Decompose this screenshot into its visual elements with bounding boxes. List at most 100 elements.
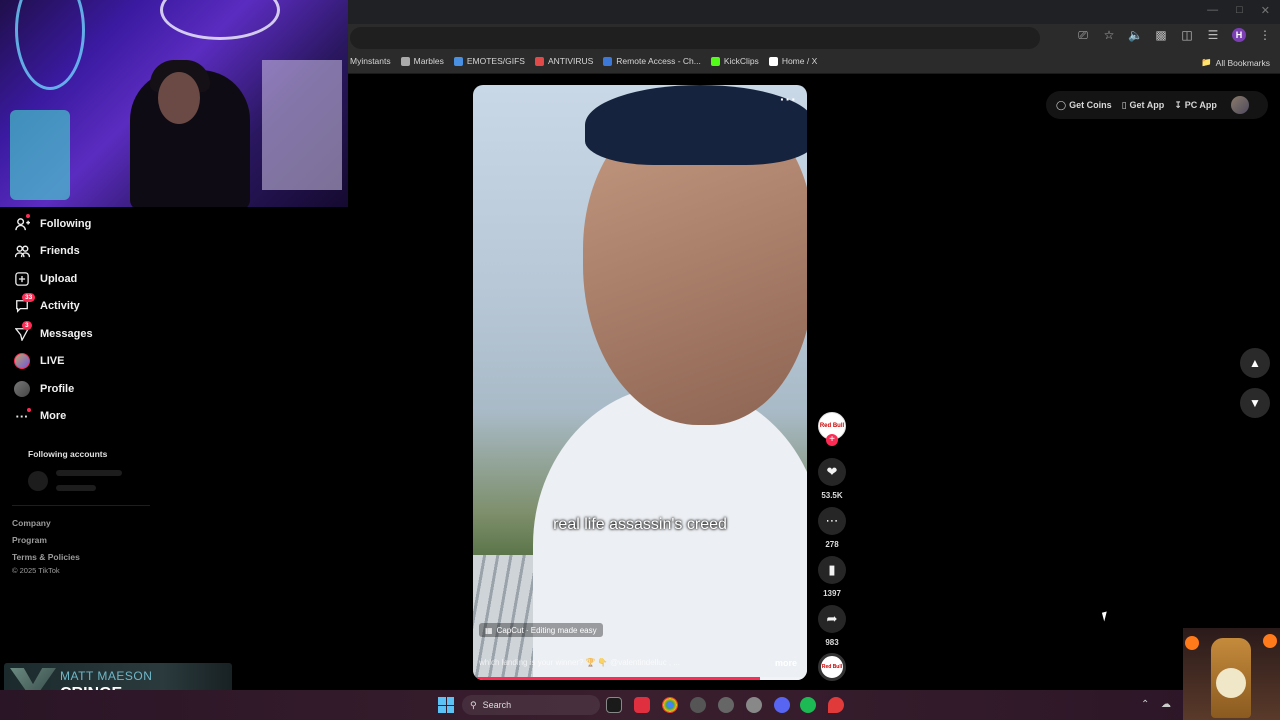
bookmark-item[interactable]: ANTIVIRUS	[534, 56, 593, 66]
bookmark-label: Myinstants	[350, 56, 391, 66]
spotify-app-icon[interactable]	[800, 697, 816, 713]
bookmark-favicon-icon	[534, 56, 544, 66]
terminal-app-icon[interactable]	[606, 697, 622, 713]
capcut-tag[interactable]: ▦ CapCut · Editing made easy	[479, 623, 603, 637]
description-more-button[interactable]: more	[775, 658, 797, 668]
bookmark-label: KickClips	[723, 56, 759, 66]
media-app-icon[interactable]	[690, 697, 706, 713]
music-disc-icon[interactable]: Red Bull	[818, 653, 846, 681]
video-description: which landing is your winner? 🏆 👇 @valen…	[479, 658, 681, 667]
pc-app-label: PC App	[1184, 100, 1217, 110]
sidebar-item-label: LIVE	[40, 355, 65, 367]
sidebar-item-label: Upload	[40, 273, 78, 285]
share-count: 983	[825, 638, 839, 647]
next-video-button[interactable]: ▼	[1240, 388, 1270, 418]
bookmark-label: Remote Access - Ch...	[616, 56, 701, 66]
tiktok-sidebar: Following Friends Upload 33 Activity 3 M…	[0, 207, 160, 607]
windows-taskbar: ⚲ Search ⌃ ☁	[0, 690, 1280, 720]
sidebar-item-activity[interactable]: 33 Activity	[14, 293, 80, 316]
comment-button[interactable]: ⋯	[818, 507, 846, 535]
toolbar-icons: ⎚ ☆ 🔈 ▩ ◫ ☰ H ⋮	[1076, 28, 1272, 42]
bottle-label	[1216, 668, 1246, 698]
browser-profile-avatar[interactable]: H	[1232, 28, 1246, 42]
video-player[interactable]: ··· real life assassin's creed ▦ CapCut …	[473, 85, 807, 680]
bookmark-item[interactable]: Marbles	[400, 56, 444, 66]
live-icon	[14, 353, 30, 369]
bookmark-item[interactable]: KickClips	[710, 56, 759, 66]
comment-icon: ⋯	[825, 513, 839, 528]
bookmark-item[interactable]: Home / X	[768, 56, 817, 66]
tray-chevron-icon[interactable]: ⌃	[1141, 699, 1149, 710]
windows-start-icon[interactable]	[438, 697, 454, 713]
browser-menu-icon[interactable]: ⋮	[1258, 28, 1272, 42]
chrome-app-icon[interactable]	[662, 697, 678, 713]
minimize-icon[interactable]: —	[1207, 4, 1218, 17]
neon-light	[160, 0, 280, 40]
like-button[interactable]: ❤	[818, 458, 846, 486]
extensions-icon[interactable]: ▩	[1154, 28, 1168, 42]
taskbar-search[interactable]: ⚲ Search	[462, 695, 600, 715]
copyright: © 2025 TikTok	[12, 566, 60, 575]
footer-link-company[interactable]: Company	[12, 518, 51, 528]
video-options-icon[interactable]: ···	[780, 91, 797, 107]
sidebar-item-label: More	[40, 410, 67, 422]
window-controls: — □ ✕	[1207, 4, 1270, 17]
profile-avatar	[14, 381, 30, 397]
follow-plus-icon[interactable]: +	[826, 434, 838, 446]
media-icon[interactable]: ☰	[1206, 28, 1220, 42]
bookmarks-list: Myinstants Marbles EMOTES/GIFS ANTIVIRUS Rem…	[350, 56, 817, 66]
sidebar-item-following[interactable]: Following	[14, 214, 91, 234]
settings-app-icon[interactable]	[718, 697, 734, 713]
bookmark-item[interactable]: Myinstants	[350, 56, 391, 66]
bookmark-favicon-icon	[453, 56, 463, 66]
all-bookmarks-label: All Bookmarks	[1215, 57, 1270, 68]
maximize-icon[interactable]: □	[1236, 4, 1243, 17]
activity-icon: 33	[14, 293, 36, 314]
record-app-icon[interactable]	[634, 697, 650, 713]
cloud-icon[interactable]: ☁	[1161, 699, 1171, 710]
video-progress[interactable]	[473, 677, 807, 680]
star-icon[interactable]: ☆	[1102, 28, 1116, 42]
messages-badge: 3	[22, 321, 32, 330]
sidebar-item-more[interactable]: ··· More	[14, 406, 66, 426]
sidebar-item-messages[interactable]: 3 Messages	[14, 321, 93, 344]
bookmark-label: Marbles	[413, 56, 444, 66]
live-avatar	[14, 353, 30, 369]
footer-link-program[interactable]: Program	[12, 535, 47, 545]
stream-bottle-overlay	[1183, 628, 1280, 720]
mute-icon[interactable]: 🔈	[1128, 28, 1143, 42]
folder-icon: 📁	[1201, 57, 1212, 67]
pc-app-button[interactable]: ↧ PC App	[1174, 100, 1217, 111]
footer-link-terms[interactable]: Terms & Policies	[12, 552, 80, 562]
address-bar[interactable]	[350, 27, 1040, 49]
get-app-button[interactable]: ▯ Get App	[1122, 100, 1165, 111]
divider	[12, 505, 150, 506]
aquarium	[10, 110, 70, 200]
following-icon	[14, 214, 30, 232]
shelf	[262, 60, 342, 190]
steam-app-icon[interactable]	[746, 697, 762, 713]
share-button[interactable]: ➦	[818, 605, 846, 633]
close-icon[interactable]: ✕	[1261, 4, 1270, 17]
bookmark-item[interactable]: EMOTES/GIFS	[453, 56, 525, 66]
capcut-label: CapCut · Editing made easy	[496, 625, 597, 635]
discord-app-icon[interactable]	[774, 697, 790, 713]
orb	[1263, 634, 1277, 648]
skeleton-line	[56, 485, 96, 491]
install-app-icon[interactable]: ⎚	[1076, 28, 1090, 42]
alert-title: MATT MAESON	[60, 669, 153, 683]
user-avatar[interactable]	[1230, 96, 1249, 114]
sidebar-item-friends[interactable]: Friends	[14, 241, 80, 261]
chevron-down-icon: ▼	[1249, 396, 1261, 410]
friends-icon	[14, 243, 30, 259]
get-coins-button[interactable]: ◯ Get Coins	[1056, 100, 1112, 111]
previous-video-button[interactable]: ▲	[1240, 348, 1270, 378]
pin-app-icon[interactable]	[828, 697, 844, 713]
sidepanel-icon[interactable]: ◫	[1180, 28, 1194, 42]
sidebar-item-live[interactable]: LIVE	[14, 351, 64, 371]
sidebar-item-profile[interactable]: Profile	[14, 379, 74, 399]
save-button[interactable]: ▮	[818, 556, 846, 584]
sidebar-item-upload[interactable]: Upload	[14, 269, 77, 289]
bookmark-item[interactable]: Remote Access - Ch...	[603, 56, 701, 66]
all-bookmarks[interactable]: 📁 All Bookmarks	[1201, 57, 1270, 68]
